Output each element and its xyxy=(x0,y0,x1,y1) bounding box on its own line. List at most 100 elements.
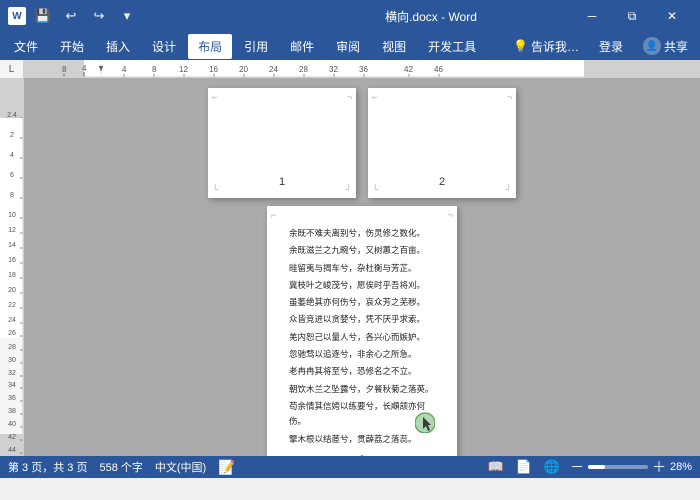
language: 中文(中国) xyxy=(155,459,206,475)
horizontal-ruler-area: L 8 4 4 8 12 16 xyxy=(0,60,700,78)
word-count: 558 个字 xyxy=(99,459,142,475)
corner-tr-3: ¬ xyxy=(448,210,453,220)
ruler-corner[interactable]: L xyxy=(0,60,24,78)
save-button[interactable]: 💾 xyxy=(32,5,54,27)
proofing-icon: 📝 xyxy=(218,459,235,476)
svg-text:24: 24 xyxy=(269,65,278,74)
tab-mailings[interactable]: 邮件 xyxy=(280,34,324,59)
svg-text:4: 4 xyxy=(82,64,87,73)
svg-text:36: 36 xyxy=(8,395,16,402)
svg-text:8: 8 xyxy=(152,65,157,74)
content-line: 羌内恕己以量人兮，各兴心而嫉妒。 xyxy=(289,330,435,345)
content-line: 众皆竞进以贪婪兮，凭不厌乎求索。 xyxy=(289,312,435,327)
svg-text:6: 6 xyxy=(10,172,14,179)
svg-text:20: 20 xyxy=(239,65,248,74)
svg-text:4: 4 xyxy=(10,152,14,159)
close-button[interactable]: ✕ xyxy=(652,0,692,32)
svg-text:8: 8 xyxy=(62,65,67,74)
svg-text:32: 32 xyxy=(329,65,338,74)
corner-tr-2: ¬ xyxy=(507,92,512,102)
corner-bl: └ xyxy=(212,184,218,194)
main-area: 2.4 2 4 6 8 10 12 14 16 18 20 22 24 xyxy=(0,78,700,456)
corner-br: ┘ xyxy=(346,184,352,194)
zoom-out-button[interactable]: － xyxy=(570,457,584,477)
svg-text:22: 22 xyxy=(8,302,16,309)
svg-text:42: 42 xyxy=(8,434,16,441)
corner-br-2: ┘ xyxy=(506,184,512,194)
view-read-button[interactable]: 📖 xyxy=(486,458,506,476)
svg-text:2.4: 2.4 xyxy=(7,112,17,119)
zoom-slider[interactable] xyxy=(588,465,648,469)
svg-text:16: 16 xyxy=(209,65,218,74)
view-print-button[interactable]: 📄 xyxy=(514,458,534,476)
zoom-control: － ＋ 28% xyxy=(570,457,692,477)
tab-layout[interactable]: 布局 xyxy=(188,34,232,59)
tab-references[interactable]: 引用 xyxy=(234,34,278,59)
content-line: 余既不难夫离别兮，伤灵修之数化。 xyxy=(289,226,435,241)
ribbon-right: 💡 告诉我… 登录 👤 共享 xyxy=(505,34,696,58)
vertical-ruler: 2.4 2 4 6 8 10 12 14 16 18 20 22 24 xyxy=(0,78,24,456)
restore-button[interactable]: ⧉ xyxy=(612,0,652,32)
statusbar-right: 📖 📄 🌐 － ＋ 28% xyxy=(486,457,692,477)
tab-file[interactable]: 文件 xyxy=(4,34,48,59)
word-icon: W xyxy=(8,7,26,25)
svg-text:18: 18 xyxy=(8,272,16,279)
page-2: ⌐ ¬ └ ┘ 2 xyxy=(368,88,516,198)
zoom-in-button[interactable]: ＋ xyxy=(652,457,666,477)
share-button[interactable]: 👤 共享 xyxy=(635,34,696,58)
corner-tl-3: ⌐ xyxy=(271,210,276,220)
horizontal-ruler: 8 4 4 8 12 16 20 24 28 32 36 42 xyxy=(24,60,700,77)
page-1: ⌐ ¬ └ ┘ 1 xyxy=(208,88,356,198)
customize-button[interactable]: ▾ xyxy=(116,5,138,27)
corner-tl-2: ⌐ xyxy=(372,92,377,102)
login-button[interactable]: 登录 xyxy=(591,35,631,58)
svg-text:2: 2 xyxy=(10,132,14,139)
page-info: 第 3 页，共 3 页 xyxy=(8,459,87,475)
tab-developer[interactable]: 开发工具 xyxy=(418,34,486,59)
titlebar-left: W 💾 ↩ ↪ ▾ xyxy=(8,5,290,27)
tab-view[interactable]: 视图 xyxy=(372,34,416,59)
svg-text:8: 8 xyxy=(10,192,14,199)
document-area: ⌐ ¬ └ ┘ 1 ⌐ ¬ └ ┘ 2 ⌐ ¬ └ ┘ 余既不难夫离别兮，伤灵修… xyxy=(24,78,700,456)
svg-text:32: 32 xyxy=(8,370,16,377)
svg-text:28: 28 xyxy=(299,65,308,74)
ruler-v-svg: 2.4 2 4 6 8 10 12 14 16 18 20 22 24 xyxy=(0,78,24,456)
undo-button[interactable]: ↩ xyxy=(60,5,82,27)
svg-text:10: 10 xyxy=(8,212,16,219)
svg-text:40: 40 xyxy=(8,421,16,428)
content-line: 忽驰骛以追逐兮，非余心之所急。 xyxy=(289,347,435,362)
view-web-button[interactable]: 🌐 xyxy=(542,458,562,476)
svg-text:44: 44 xyxy=(8,447,16,454)
content-line: 余既滋兰之九畹兮，又树蕙之百亩。 xyxy=(289,243,435,258)
page-3-content: 余既不难夫离别兮，伤灵修之数化。余既滋兰之九畹兮，又树蕙之百亩。畦留夷与揭车兮，… xyxy=(267,206,457,456)
content-line: 老冉冉其将至兮，恐修名之不立。 xyxy=(289,364,435,379)
tab-insert[interactable]: 插入 xyxy=(96,34,140,59)
svg-text:46: 46 xyxy=(434,65,443,74)
svg-text:28: 28 xyxy=(8,344,16,351)
content-line: 朝饮木兰之坠露兮，夕餐秋菊之落英。 xyxy=(289,382,435,397)
svg-text:34: 34 xyxy=(8,382,16,389)
content-line: 苟余情其信姱以练要兮，长顑颔亦何伤。 xyxy=(289,399,435,430)
content-line: 畦留夷与揭车兮，杂杜衡与芳芷。 xyxy=(289,261,435,276)
document-title: 横向.docx - Word xyxy=(290,8,572,25)
zoom-percent[interactable]: 28% xyxy=(670,461,692,473)
window-controls: ─ ⧉ ✕ xyxy=(572,0,692,32)
tab-review[interactable]: 审阅 xyxy=(326,34,370,59)
ruler-svg: 8 4 4 8 12 16 20 24 28 32 36 42 xyxy=(24,60,700,77)
tab-start[interactable]: 开始 xyxy=(50,34,94,59)
svg-text:36: 36 xyxy=(359,65,368,74)
svg-text:16: 16 xyxy=(8,257,16,264)
page-3: ⌐ ¬ └ ┘ 余既不难夫离别兮，伤灵修之数化。余既滋兰之九畹兮，又树蕙之百亩。… xyxy=(267,206,457,456)
zoom-slider-fill xyxy=(588,465,605,469)
ribbon: 文件 开始 插入 设计 布局 引用 邮件 审阅 视图 开发工具 💡 告诉我… 登… xyxy=(0,32,700,60)
redo-button[interactable]: ↪ xyxy=(88,5,110,27)
svg-text:24: 24 xyxy=(8,317,16,324)
tab-design[interactable]: 设计 xyxy=(142,34,186,59)
minimize-button[interactable]: ─ xyxy=(572,0,612,32)
corner-tr: ¬ xyxy=(347,92,352,102)
page-number-2: 2 xyxy=(439,176,445,188)
svg-text:12: 12 xyxy=(179,65,188,74)
share-icon: 👤 xyxy=(643,37,661,55)
tell-me-button[interactable]: 💡 告诉我… xyxy=(505,35,587,58)
title-bar: W 💾 ↩ ↪ ▾ 横向.docx - Word ─ ⧉ ✕ xyxy=(0,0,700,32)
